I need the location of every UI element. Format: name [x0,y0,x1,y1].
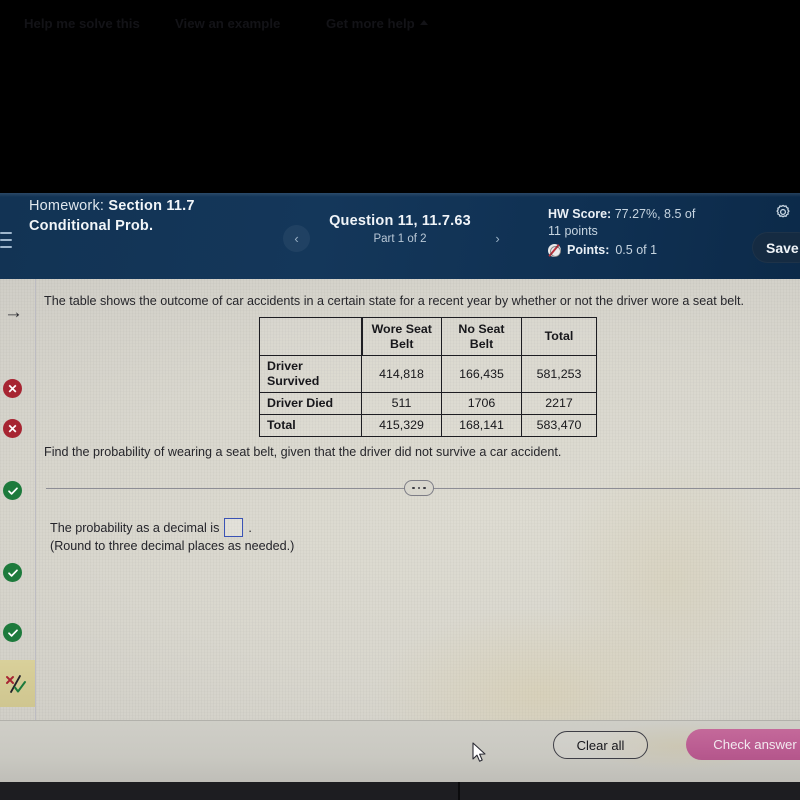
table-cell: 511 [361,392,442,415]
status-mark-correct[interactable] [3,563,22,582]
save-button-label: Save [766,239,799,256]
answer-period: . [248,520,252,535]
ellipsis-options-icon[interactable] [404,480,434,496]
partial-credit-icon[interactable] [4,673,28,695]
content-area: → ✕ ✕ The table shows the outcome of car… [0,279,800,782]
caret-up-icon [419,19,428,25]
status-mark-correct[interactable] [3,481,22,500]
table-row: Driver Died 511 1706 2217 [259,392,597,415]
table-row-label: Driver Survived [259,355,362,393]
hw-score-points: 11 points [548,224,598,238]
get-more-help-label: Get more help [326,16,415,31]
view-an-example-label: View an example [175,16,281,31]
chevron-left-icon: ‹ [294,231,299,246]
table-col-header-total: Total [521,317,597,356]
help-me-solve-this-link[interactable]: Help me solve this [24,16,140,31]
question-intro-text: The table shows the outcome of car accid… [44,294,745,308]
next-question-button[interactable]: › [484,225,511,252]
homework-title: Homework: Section 11.7 Conditional Prob. [29,194,279,236]
homework-section: Section 11.7 [108,198,195,214]
check-answer-label: Check answer [713,737,797,752]
screen-glare-secondary [520,419,800,739]
table-cell: 581,253 [521,355,597,393]
bottom-letterbox [0,782,800,800]
points-label: Points: [567,243,610,257]
jump-arrow-icon[interactable]: → [4,303,26,325]
status-mark-correct[interactable] [3,623,22,642]
hw-score-value: 77.27%, 8.5 of [614,207,696,221]
table-col-header-wore-seat-belt: Wore Seat Belt [361,317,442,356]
get-more-help-link[interactable]: Get more help [326,16,428,31]
homework-subtitle: Conditional Prob. [29,218,154,234]
help-me-solve-this-label: Help me solve this [24,16,140,31]
answer-input[interactable] [224,518,244,537]
bottom-toolbar [0,715,800,782]
homework-label: Homework: [29,198,105,214]
hw-score-label: HW Score: [548,207,612,221]
question-title: Question 11, 11.7.63 [329,213,471,229]
check-answer-button[interactable]: Check answer [686,729,800,760]
table-row: Total 415,329 168,141 583,470 [259,414,597,437]
hamburger-menu-icon[interactable] [0,232,12,248]
score-summary: HW Score: 77.27%, 8.5 of 11 points Point… [548,206,738,259]
table-cell: 168,141 [441,414,522,437]
question-part: Part 1 of 2 [373,233,427,245]
question-status-rail: → ✕ ✕ [0,279,36,782]
accident-outcome-table: Wore Seat Belt No Seat Belt Total Driver… [259,317,597,437]
answer-rounding-note: (Round to three decimal places as needed… [50,539,295,553]
points-value: 0.5 of 1 [615,243,658,257]
save-button[interactable]: Save [752,232,800,263]
table-row-label: Total [259,414,362,437]
answer-label: The probability as a decimal is [50,520,220,535]
status-mark-incorrect[interactable]: ✕ [3,379,22,398]
answer-row: The probability as a decimal is . [50,518,252,537]
data-table-wrapper: Wore Seat Belt No Seat Belt Total Driver… [259,317,597,437]
chevron-right-icon: › [495,231,500,246]
question-identifier: Question 11, 11.7.63 Part 1 of 2 [315,213,485,245]
table-row-label: Driver Died [259,392,362,415]
table-corner-cell [259,317,363,356]
table-header-row: Wore Seat Belt No Seat Belt Total [259,317,597,356]
clear-all-button[interactable]: Clear all [553,731,648,759]
table-cell: 166,435 [441,355,522,393]
table-cell: 583,470 [521,414,597,437]
table-row: Driver Survived 414,818 166,435 581,253 [259,355,597,393]
question-prompt-text: Find the probability of wearing a seat b… [44,445,562,459]
table-col-header-no-seat-belt: No Seat Belt [441,317,522,356]
view-an-example-link[interactable]: View an example [175,16,280,31]
clear-all-label: Clear all [576,737,625,753]
screenshot-root: Homework: Section 11.7 Conditional Prob.… [0,0,800,800]
table-cell: 414,818 [361,355,442,393]
gear-icon[interactable] [774,203,792,221]
partial-credit-badge-icon [548,244,561,257]
table-cell: 415,329 [361,414,442,437]
letterbox-divider [458,782,460,800]
table-cell: 1706 [441,392,522,415]
previous-question-button[interactable]: ‹ [283,225,310,252]
table-cell: 2217 [521,392,597,415]
status-mark-incorrect[interactable]: ✕ [3,419,22,438]
